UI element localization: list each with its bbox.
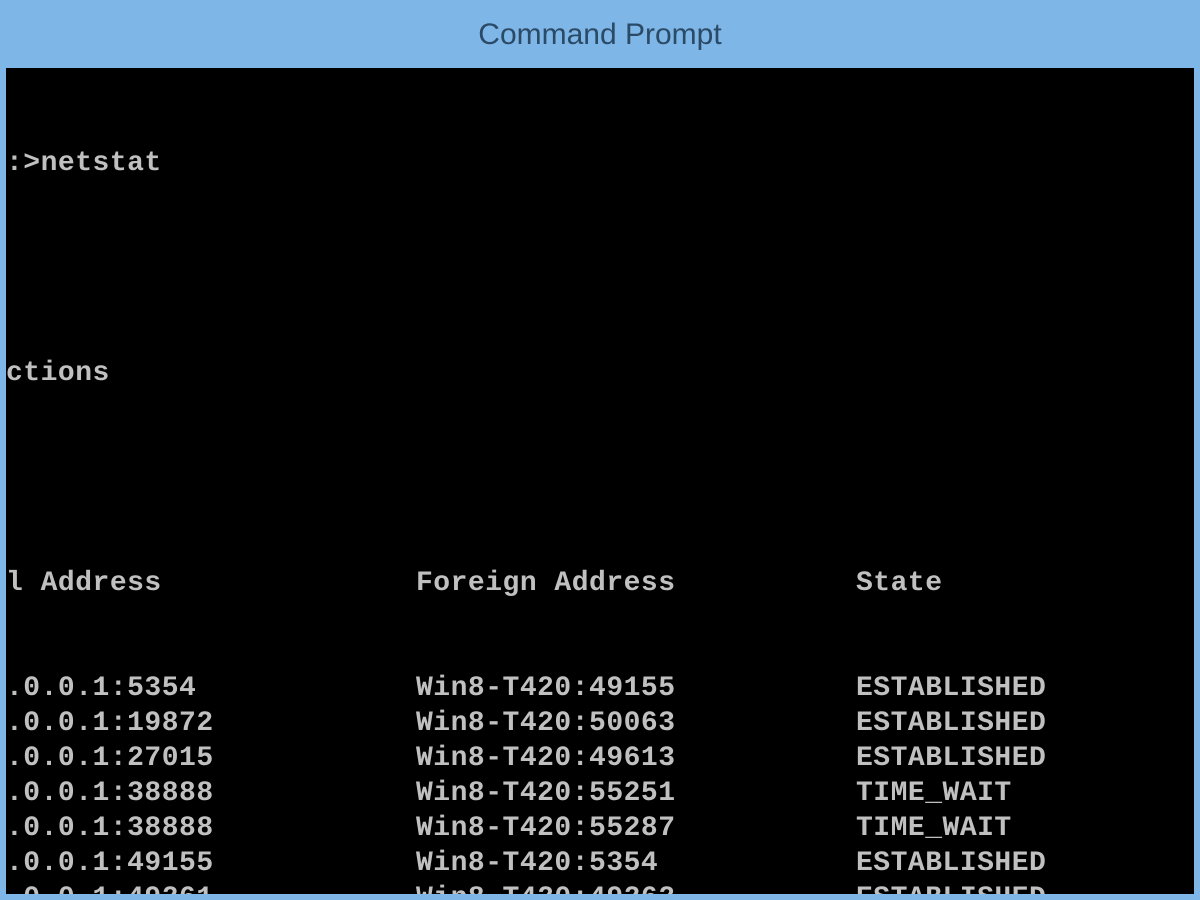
blank-line (6, 251, 1194, 286)
cell-foreign-address: Win8-T420:49262 (416, 881, 856, 894)
cell-state: ESTABLISHED (856, 846, 1194, 881)
cell-foreign-address: Win8-T420:55251 (416, 776, 856, 811)
cell-foreign-address: Win8-T420:5354 (416, 846, 856, 881)
cell-local-address: .0.0.1:49261 (6, 881, 416, 894)
netstat-row: .0.0.1:5354Win8-T420:49155ESTABLISHED (6, 671, 1194, 706)
cell-local-address: .0.0.1:49155 (6, 846, 416, 881)
header-local-address: l Address (6, 566, 416, 601)
netstat-row: .0.0.1:38888Win8-T420:55251TIME_WAIT (6, 776, 1194, 811)
cell-state: ESTABLISHED (856, 741, 1194, 776)
terminal-output[interactable]: :>netstat ctions l Address Foreign Addre… (6, 68, 1194, 894)
connections-label: ctions (6, 356, 1194, 391)
cell-foreign-address: Win8-T420:50063 (416, 706, 856, 741)
cell-local-address: .0.0.1:38888 (6, 776, 416, 811)
cell-state: ESTABLISHED (856, 881, 1194, 894)
netstat-row: .0.0.1:38888Win8-T420:55287TIME_WAIT (6, 811, 1194, 846)
netstat-row: .0.0.1:19872Win8-T420:50063ESTABLISHED (6, 706, 1194, 741)
netstat-row: .0.0.1:49261Win8-T420:49262ESTABLISHED (6, 881, 1194, 894)
header-state: State (856, 566, 1194, 601)
cell-local-address: .0.0.1:38888 (6, 811, 416, 846)
netstat-row: .0.0.1:27015Win8-T420:49613ESTABLISHED (6, 741, 1194, 776)
netstat-header-row: l Address Foreign Address State (6, 566, 1194, 601)
blank-line (6, 461, 1194, 496)
command-prompt-window: Command Prompt :>netstat ctions l Addres… (0, 0, 1200, 900)
window-title: Command Prompt (478, 18, 721, 51)
cell-state: TIME_WAIT (856, 776, 1194, 811)
cell-local-address: .0.0.1:5354 (6, 671, 416, 706)
window-title-bar[interactable]: Command Prompt (0, 0, 1200, 68)
cell-state: TIME_WAIT (856, 811, 1194, 846)
cell-foreign-address: Win8-T420:49613 (416, 741, 856, 776)
cell-local-address: .0.0.1:27015 (6, 741, 416, 776)
cell-state: ESTABLISHED (856, 671, 1194, 706)
cell-local-address: .0.0.1:19872 (6, 706, 416, 741)
cell-foreign-address: Win8-T420:55287 (416, 811, 856, 846)
cell-foreign-address: Win8-T420:49155 (416, 671, 856, 706)
prompt-line: :>netstat (6, 146, 1194, 181)
cell-state: ESTABLISHED (856, 706, 1194, 741)
header-foreign-address: Foreign Address (416, 566, 856, 601)
netstat-rows: .0.0.1:5354Win8-T420:49155ESTABLISHED.0.… (6, 671, 1194, 894)
netstat-row: .0.0.1:49155Win8-T420:5354ESTABLISHED (6, 846, 1194, 881)
